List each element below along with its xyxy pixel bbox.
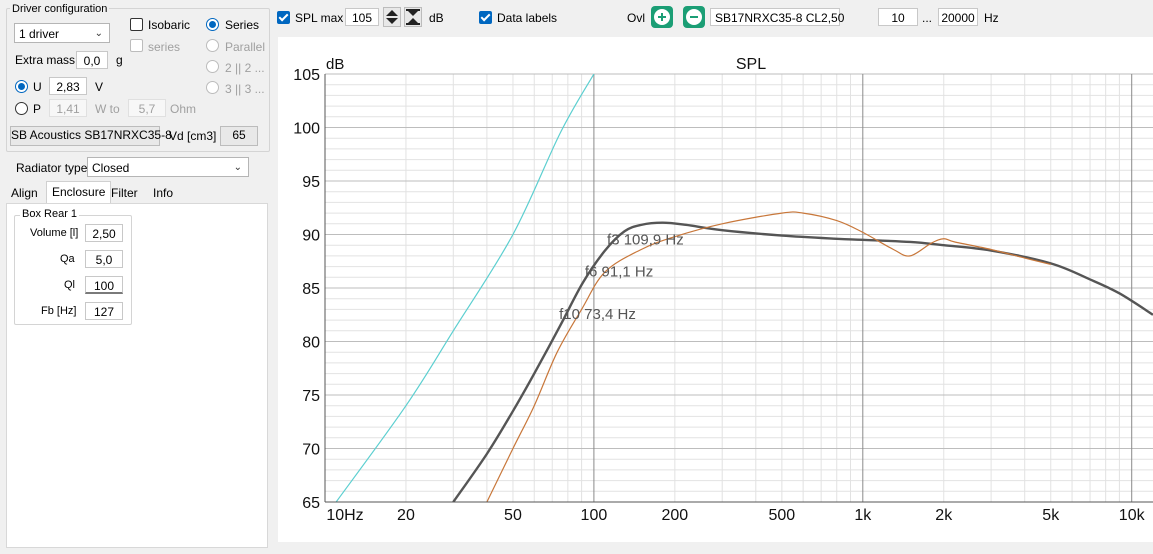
vd-value: 65 — [220, 126, 258, 146]
option-2-label: 2 || 2 ... — [225, 61, 265, 75]
x-tick-label: 10Hz — [326, 507, 363, 524]
x-tick-label: 20 — [397, 507, 415, 524]
y-tick-label: 65 — [302, 495, 320, 512]
y-tick-label: 85 — [302, 281, 320, 298]
y-tick-label: 95 — [302, 174, 320, 191]
fb-input[interactable]: 127 — [85, 302, 123, 320]
chevron-down-icon: ⌄ — [233, 162, 242, 173]
power-radio[interactable] — [15, 102, 28, 115]
y-tick-label: 100 — [293, 121, 320, 138]
ohm-label: Ohm — [170, 102, 197, 116]
fb-label: Fb [Hz] — [41, 305, 77, 317]
spl-unit-label: dB — [429, 11, 444, 25]
driver-count-select[interactable]: 1 driver ⌄ — [14, 23, 110, 43]
spl-max-label: SPL max — [295, 11, 344, 25]
tab-align[interactable]: Align — [6, 183, 43, 203]
tab-enclosure[interactable]: Enclosure — [46, 181, 112, 205]
fit-vertical-icon — [406, 9, 420, 25]
x-tick-label: 100 — [581, 507, 608, 524]
tab-filter[interactable]: Filter — [106, 183, 143, 203]
ql-input[interactable]: 100 — [85, 276, 123, 294]
volume-input[interactable]: 2,50 — [85, 224, 123, 242]
spl-chart[interactable]: SPL dB 65 70 75 80 85 90 95 100 105 10Hz 20 50 100 200 5… — [278, 37, 1153, 542]
freq-unit-label: Hz — [984, 11, 999, 25]
data-label: f10 73,4 Hz — [559, 306, 636, 323]
voltage-label: U — [33, 80, 42, 94]
series-radio[interactable] — [206, 18, 219, 31]
radiator-type-value: Closed — [92, 161, 130, 175]
data-labels-label: Data labels — [497, 11, 558, 25]
add-overlay-button[interactable] — [651, 6, 673, 28]
box-rear-title: Box Rear 1 — [20, 208, 80, 220]
voltage-radio[interactable] — [15, 80, 28, 93]
ovl-label: Ovl — [627, 11, 645, 25]
qa-label: Qa — [60, 253, 75, 265]
option-2-radio[interactable] — [206, 60, 219, 73]
x-tick-label: 2k — [935, 507, 953, 524]
x-tick-label: 1k — [854, 507, 872, 524]
driver-config-title: Driver configuration — [10, 3, 110, 15]
extra-mass-unit: g — [116, 53, 123, 67]
data-label: f6 91,1 Hz — [585, 263, 653, 280]
remove-overlay-button[interactable] — [683, 6, 705, 28]
w-to-label: W to — [95, 102, 120, 116]
tab-info[interactable]: Info — [148, 183, 178, 203]
isobaric-checkbox[interactable] — [130, 18, 143, 31]
y-tick-label: 80 — [302, 335, 320, 352]
chart-title: SPL — [736, 56, 766, 73]
power-label: P — [33, 102, 42, 116]
x-tick-label: 200 — [661, 507, 688, 524]
updown-icon — [386, 10, 398, 24]
x-tick-label: 10k — [1119, 507, 1146, 524]
parallel-radio[interactable] — [206, 39, 219, 52]
x-tick-label: 50 — [504, 507, 522, 524]
voltage-input[interactable]: 2,83 — [49, 77, 87, 95]
data-labels-checkbox[interactable] — [479, 11, 492, 24]
radiator-type-select[interactable]: Closed ⌄ — [87, 157, 249, 177]
y-tick-label: 90 — [302, 228, 320, 245]
volume-label: Volume [l] — [30, 227, 79, 239]
driver-select-button[interactable]: SB Acoustics SB17NRXC35-8 — [10, 126, 172, 146]
power-input[interactable]: 1,41 — [49, 99, 87, 117]
impedance-input[interactable]: 5,7 — [128, 99, 166, 117]
isobaric-label: Isobaric — [148, 18, 191, 32]
spl-spin-button[interactable] — [383, 7, 401, 27]
voltage-unit: V — [95, 80, 104, 94]
driver-count-value: 1 driver — [19, 27, 60, 41]
extra-mass-label: Extra mass — [15, 53, 76, 67]
option-3-radio[interactable] — [206, 81, 219, 94]
overlay-name-field[interactable]: SB17NRXC35-8 CL2,50 — [710, 8, 844, 26]
chart-background — [278, 37, 1153, 542]
freq-min-input[interactable]: 10 — [878, 8, 918, 26]
vd-label: Vd [cm3] — [169, 129, 217, 143]
y-axis-label: dB — [326, 56, 344, 73]
series-radio-label: Series — [225, 18, 260, 32]
x-tick-label: 5k — [1042, 507, 1060, 524]
freq-range-separator: ... — [922, 11, 933, 25]
chevron-down-icon: ⌄ — [94, 28, 103, 39]
y-tick-label: 105 — [293, 67, 320, 84]
spl-max-input[interactable]: 105 — [345, 8, 379, 26]
series-checkbox[interactable] — [130, 39, 143, 52]
option-3-label: 3 || 3 ... — [225, 82, 265, 96]
parallel-radio-label: Parallel — [225, 40, 266, 54]
x-tick-label: 500 — [769, 507, 796, 524]
y-tick-label: 70 — [302, 442, 320, 459]
freq-max-input[interactable]: 20000 — [938, 8, 978, 26]
qa-input[interactable]: 5,0 — [85, 250, 123, 268]
spl-fit-button[interactable] — [404, 7, 422, 27]
series-checkbox-label: series — [148, 40, 181, 54]
spl-max-checkbox[interactable] — [277, 11, 290, 24]
data-label: f3 109,9 Hz — [607, 231, 684, 248]
extra-mass-input[interactable]: 0,0 — [76, 51, 108, 69]
radiator-type-label: Radiator type — [16, 161, 88, 175]
ql-label: Ql — [64, 279, 75, 291]
y-tick-label: 75 — [302, 388, 320, 405]
